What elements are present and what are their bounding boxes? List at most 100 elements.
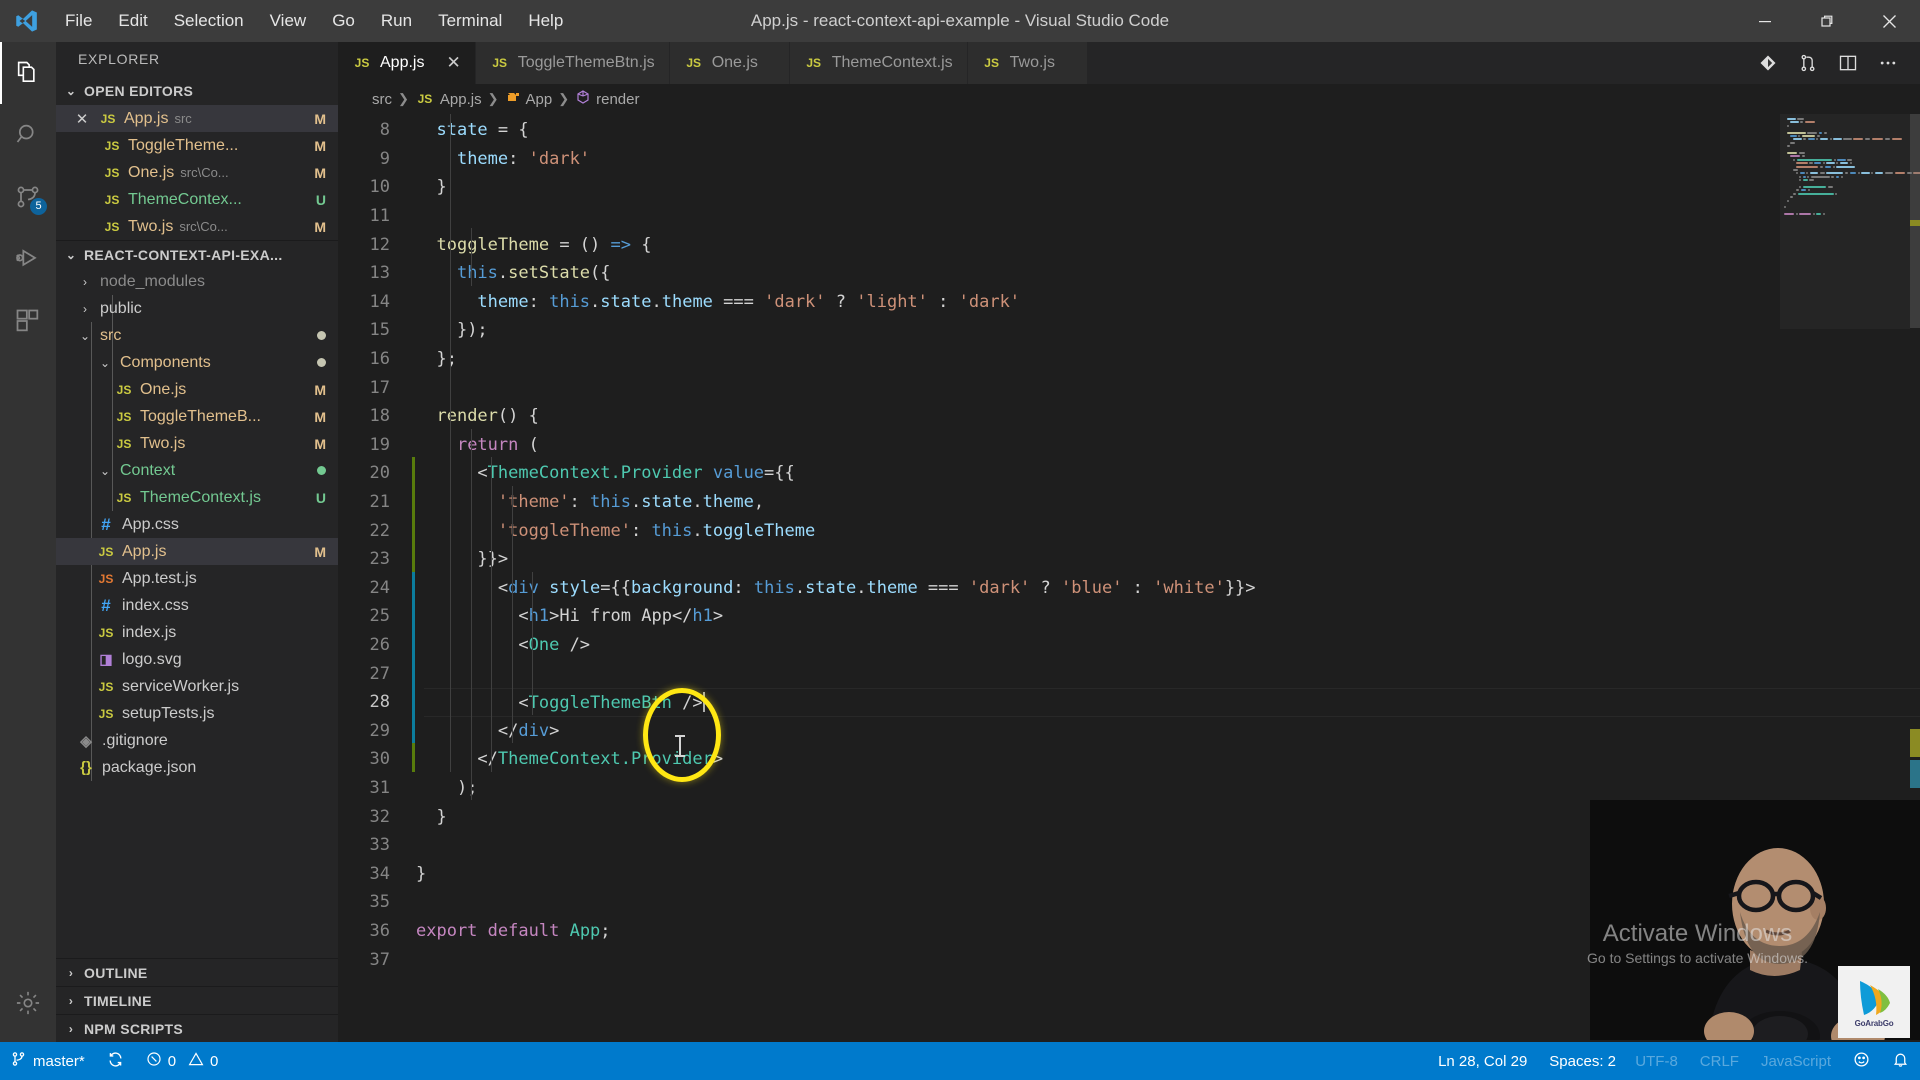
status-sync[interactable]: [96, 1042, 135, 1080]
code-line[interactable]: 14 theme: this.state.theme === 'dark' ? …: [338, 288, 1920, 317]
breadcrumb-app-js[interactable]: JS App.js: [415, 91, 482, 108]
breadcrumb-src[interactable]: src: [372, 91, 392, 108]
chevron-right-icon[interactable]: ›: [76, 275, 94, 289]
activity-item-extensions[interactable]: [0, 290, 56, 352]
code-line[interactable]: 36 export default App;: [338, 917, 1920, 946]
code-line[interactable]: 17: [338, 373, 1920, 402]
tree-row-app-css[interactable]: # App.css: [56, 511, 338, 538]
code-line[interactable]: 8 state = {: [338, 116, 1920, 145]
status-cursor-position[interactable]: Ln 28, Col 29: [1427, 1042, 1538, 1080]
tree-row-public[interactable]: › public: [56, 295, 338, 322]
code-line[interactable]: 18 render() {: [338, 402, 1920, 431]
code-line[interactable]: 30 </ThemeContext.Provider>: [338, 745, 1920, 774]
editor-scrollbar[interactable]: [1910, 114, 1920, 1042]
menu-view[interactable]: View: [257, 0, 320, 42]
tab-one-js[interactable]: JS One.js: [669, 42, 790, 84]
tree-row-serviceworker-js[interactable]: JS serviceWorker.js: [56, 673, 338, 700]
code-line[interactable]: 19 return (: [338, 431, 1920, 460]
code-line[interactable]: 12 toggleTheme = () => {: [338, 230, 1920, 259]
code-line[interactable]: 35: [338, 888, 1920, 917]
code-line[interactable]: 31 );: [338, 774, 1920, 803]
breadcrumb-app-class[interactable]: App: [505, 89, 552, 109]
status-encoding[interactable]: UTF-8: [1624, 1042, 1689, 1080]
menu-selection[interactable]: Selection: [161, 0, 257, 42]
code-line[interactable]: 9 theme: 'dark': [338, 145, 1920, 174]
tab-themecontext-js[interactable]: JS ThemeContext.js: [789, 42, 968, 84]
pane-open-editors[interactable]: ⌄ OPEN EDITORS: [56, 77, 338, 105]
tree-row-components[interactable]: ⌄ Components: [56, 349, 338, 376]
status-branch[interactable]: master*: [0, 1042, 96, 1080]
chevron-right-icon[interactable]: ›: [76, 302, 94, 316]
tab-app-js[interactable]: JS App.js ✕: [338, 42, 476, 84]
pane-workspace[interactable]: ⌄ REACT-CONTEXT-API-EXA...: [56, 240, 338, 268]
code-line[interactable]: 13 this.setState({: [338, 259, 1920, 288]
code-line[interactable]: 20 <ThemeContext.Provider value={{: [338, 459, 1920, 488]
menu-terminal[interactable]: Terminal: [425, 0, 515, 42]
code-line[interactable]: 37: [338, 945, 1920, 974]
split-editor-icon[interactable]: [1830, 45, 1866, 81]
activity-item-source-control[interactable]: 5: [0, 166, 56, 228]
tree-row-index-js[interactable]: JS index.js: [56, 619, 338, 646]
activity-item-search[interactable]: [0, 104, 56, 166]
gear-icon[interactable]: [0, 972, 56, 1034]
chevron-down-icon[interactable]: ⌄: [76, 329, 94, 343]
code-line[interactable]: 11: [338, 202, 1920, 231]
tree-row-logo-svg[interactable]: ◨ logo.svg: [56, 646, 338, 673]
status-notifications[interactable]: [1881, 1042, 1920, 1080]
code-line[interactable]: 29 </div>: [338, 717, 1920, 746]
tree-row-node_modules[interactable]: › node_modules: [56, 268, 338, 295]
menu-help[interactable]: Help: [515, 0, 576, 42]
git-branch-icon[interactable]: [1790, 45, 1826, 81]
open-editor-row[interactable]: JS ThemeContex... U: [56, 186, 338, 213]
pane-npm-scripts[interactable]: › NPM SCRIPTS: [56, 1014, 338, 1042]
status-language-mode[interactable]: JavaScript: [1750, 1042, 1842, 1080]
code-line[interactable]: 16 };: [338, 345, 1920, 374]
tree-row-setuptests-js[interactable]: JS setupTests.js: [56, 700, 338, 727]
tree-row-package-json[interactable]: {} package.json: [56, 754, 338, 781]
code-line[interactable]: 15 });: [338, 316, 1920, 345]
tab-togglethemebtn-js[interactable]: JS ToggleThemeBtn.js: [475, 42, 670, 84]
maximize-restore-icon[interactable]: [1796, 0, 1858, 42]
activity-item-explorer[interactable]: [0, 42, 56, 104]
code-line[interactable]: 32 }: [338, 802, 1920, 831]
code-line[interactable]: 24 <div style={{background: this.state.t…: [338, 574, 1920, 603]
open-editor-row[interactable]: JS One.js src\Co... M: [56, 159, 338, 186]
minimize-icon[interactable]: [1734, 0, 1796, 42]
menu-file[interactable]: File: [52, 0, 105, 42]
tree-row-index-css[interactable]: # index.css: [56, 592, 338, 619]
code-editor[interactable]: 8 state = {9 theme: 'dark' 10 } 11 12 toggl…: [338, 114, 1920, 1042]
status-indentation[interactable]: Spaces: 2: [1538, 1042, 1624, 1080]
tree-row-app-test-js[interactable]: JS App.test.js: [56, 565, 338, 592]
open-editor-row[interactable]: ✕ JS App.js src M: [56, 105, 338, 132]
code-line[interactable]: 34}: [338, 860, 1920, 889]
code-line[interactable]: 33: [338, 831, 1920, 860]
close-icon[interactable]: ✕: [72, 110, 92, 128]
tree-row-two-js[interactable]: JS Two.js M: [56, 430, 338, 457]
git-compare-icon[interactable]: [1750, 45, 1786, 81]
tree-row-themecontext-js[interactable]: JS ThemeContext.js U: [56, 484, 338, 511]
tree-row-togglethemebtn-js[interactable]: JS ToggleThemeB... M: [56, 403, 338, 430]
pane-outline[interactable]: › OUTLINE: [56, 958, 338, 986]
code-line[interactable]: 27: [338, 659, 1920, 688]
status-feedback[interactable]: [1842, 1042, 1881, 1080]
code-line[interactable]: 26 <One />: [338, 631, 1920, 660]
tree-row-gitignore[interactable]: ◈ .gitignore: [56, 727, 338, 754]
code-line[interactable]: 28 <ToggleThemeBtn />: [338, 688, 1920, 717]
tab-two-js[interactable]: JS Two.js: [967, 42, 1088, 84]
menu-go[interactable]: Go: [319, 0, 368, 42]
open-editor-row[interactable]: JS Two.js src\Co... M: [56, 213, 338, 240]
chevron-down-icon[interactable]: ⌄: [96, 356, 114, 370]
menu-bar[interactable]: File Edit Selection View Go Run Terminal…: [52, 0, 576, 42]
minimap[interactable]: [1780, 114, 1920, 1042]
close-icon[interactable]: [1858, 0, 1920, 42]
open-editor-row[interactable]: JS ToggleTheme... M: [56, 132, 338, 159]
tree-row-src[interactable]: ⌄ src: [56, 322, 338, 349]
code-line[interactable]: 23 }}>: [338, 545, 1920, 574]
menu-run[interactable]: Run: [368, 0, 425, 42]
code-line[interactable]: 10 }: [338, 173, 1920, 202]
tree-row-context[interactable]: ⌄ Context: [56, 457, 338, 484]
pane-timeline[interactable]: › TIMELINE: [56, 986, 338, 1014]
activity-item-run-and-debug[interactable]: [0, 228, 56, 290]
status-eol[interactable]: CRLF: [1689, 1042, 1750, 1080]
menu-edit[interactable]: Edit: [105, 0, 160, 42]
